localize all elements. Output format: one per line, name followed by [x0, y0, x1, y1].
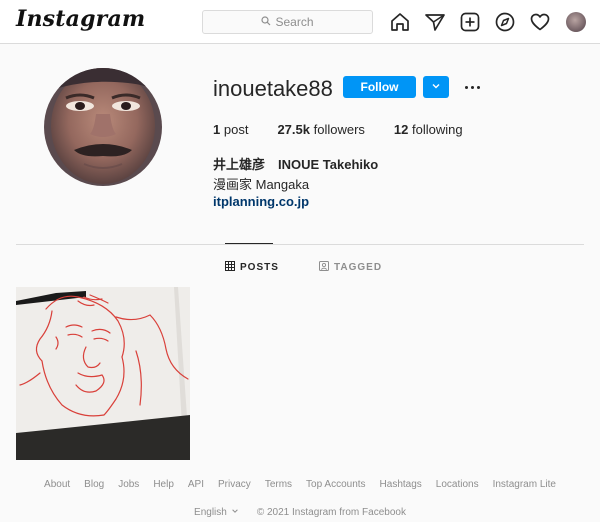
tab-posts[interactable]: POSTS: [225, 261, 279, 274]
footer-link-blog[interactable]: Blog: [84, 479, 104, 490]
following-count[interactable]: 12 following: [394, 122, 463, 137]
footer-link-privacy[interactable]: Privacy: [218, 479, 251, 490]
language-select[interactable]: English: [194, 507, 239, 518]
search-icon: [261, 15, 271, 29]
footer-links: About Blog Jobs Help API Privacy Terms T…: [0, 479, 600, 490]
grid-icon: [225, 261, 235, 274]
tab-posts-label: POSTS: [240, 262, 279, 273]
direct-icon[interactable]: [424, 11, 446, 33]
footer-link-terms[interactable]: Terms: [265, 479, 292, 490]
tab-tagged-label: TAGGED: [334, 262, 383, 273]
search-input[interactable]: Search: [202, 10, 373, 34]
followers-count[interactable]: 27.5k followers: [277, 122, 364, 137]
profile-stats: 1 post 27.5k followers 12 following: [213, 122, 492, 137]
post-thumbnail[interactable]: [16, 287, 190, 460]
profile-username: inouetake88: [213, 76, 333, 101]
language-label: English: [194, 507, 227, 518]
profile-bio: 漫画家 Mangaka: [213, 177, 310, 192]
posts-count: 1 post: [213, 122, 249, 137]
more-options-button[interactable]: [461, 76, 483, 98]
footer-link-instagram-lite[interactable]: Instagram Lite: [493, 479, 556, 490]
footer-link-help[interactable]: Help: [153, 479, 174, 490]
copyright-text: © 2021 Instagram from Facebook: [256, 507, 406, 518]
home-icon[interactable]: [389, 11, 411, 33]
profile-website-link[interactable]: itplanning.co.jp: [213, 194, 309, 209]
explore-icon[interactable]: [494, 11, 516, 33]
search-placeholder: Search: [275, 15, 314, 29]
profile-full-name: 井上雄彦 INOUE Takehiko: [213, 157, 379, 172]
new-post-icon[interactable]: [459, 11, 481, 33]
footer-link-about[interactable]: About: [44, 479, 70, 490]
chevron-down-icon: [231, 507, 239, 518]
follow-button[interactable]: Follow: [343, 76, 416, 98]
footer-bottom: English © 2021 Instagram from Facebook: [0, 507, 600, 518]
footer-link-top-accounts[interactable]: Top Accounts: [306, 479, 365, 490]
heart-icon[interactable]: [529, 11, 551, 33]
top-navigation-bar: Instagram Search: [0, 0, 600, 44]
suggested-dropdown-button[interactable]: [423, 76, 449, 98]
footer-link-api[interactable]: API: [188, 479, 204, 490]
profile-picture[interactable]: [44, 68, 162, 186]
footer-link-jobs[interactable]: Jobs: [118, 479, 139, 490]
chevron-down-icon: [431, 78, 441, 96]
user-avatar[interactable]: [566, 12, 586, 32]
footer-link-locations[interactable]: Locations: [436, 479, 479, 490]
tabs-divider: [16, 244, 584, 245]
tab-tagged[interactable]: TAGGED: [319, 261, 382, 274]
active-tab-indicator: [225, 243, 273, 244]
tagged-icon: [319, 261, 329, 274]
instagram-logo[interactable]: Instagram: [16, 6, 145, 32]
footer-link-hashtags[interactable]: Hashtags: [380, 479, 422, 490]
